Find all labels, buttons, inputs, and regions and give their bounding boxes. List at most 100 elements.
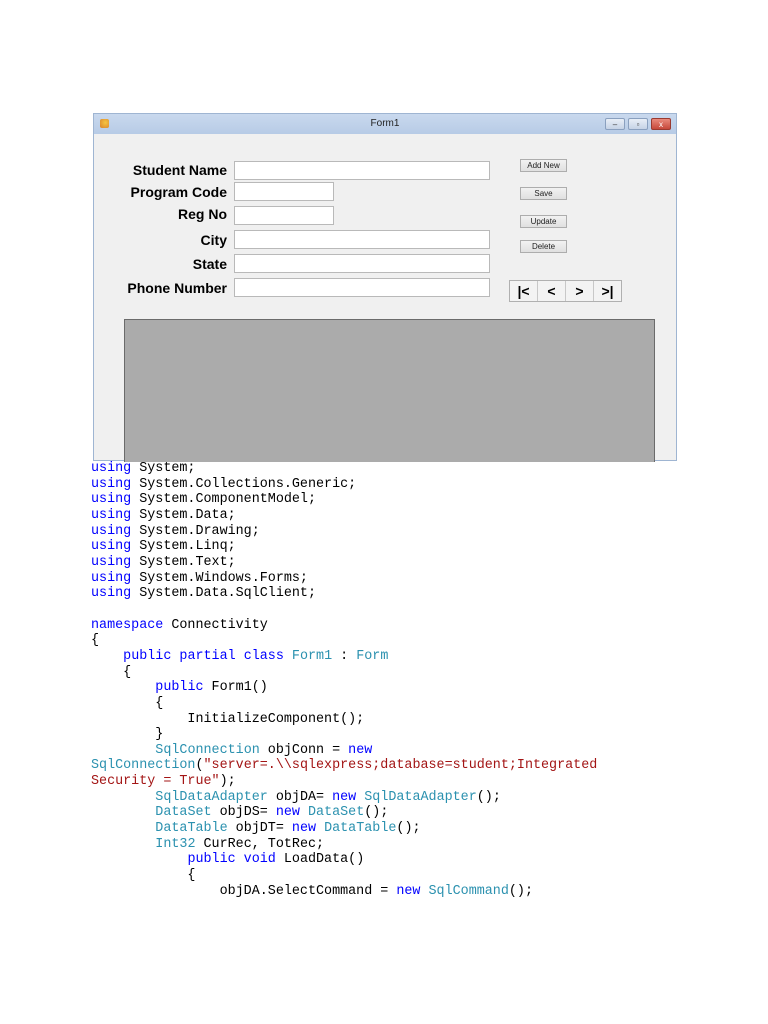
code-text: : (332, 648, 357, 664)
code-type: Int32 (155, 836, 196, 852)
code-keyword: namespace (91, 617, 164, 633)
code-line: { (91, 633, 597, 649)
code-string: "server=.\\sqlexpress;database=student;I… (203, 758, 598, 774)
code-text: (); (476, 789, 501, 805)
code-text: ( (195, 758, 204, 774)
code-text: System.Linq; (131, 539, 236, 555)
city-input[interactable] (234, 230, 490, 249)
phone-number-input[interactable] (234, 278, 490, 297)
code-keyword: using (91, 554, 132, 570)
reg-no-label: Reg No (178, 206, 227, 222)
code-text: ); (219, 774, 236, 790)
code-keyword: using (91, 507, 132, 523)
maximize-button[interactable]: ▫ (628, 118, 648, 130)
code-type: DataSet (155, 805, 212, 821)
city-label: City (200, 232, 227, 248)
code-text: System.Drawing; (131, 523, 260, 539)
code-line: using System.Data.SqlClient; (91, 586, 597, 602)
previous-record-button[interactable]: < (538, 281, 566, 301)
code-text: objDS= (211, 805, 276, 821)
phone-number-label: Phone Number (127, 280, 227, 296)
code-line: using System.ComponentModel; (91, 492, 597, 508)
delete-button[interactable]: Delete (520, 240, 567, 253)
code-line: } (91, 727, 597, 743)
code-keyword: using (91, 523, 132, 539)
code-keyword: using (91, 539, 132, 555)
last-record-button[interactable]: >| (594, 281, 621, 301)
code-line: { (91, 696, 597, 712)
code-keyword: public partial class (123, 648, 284, 664)
code-line: Security = True"); (91, 774, 597, 790)
code-text: } (91, 727, 164, 743)
code-line: SqlConnection("server=.\\sqlexpress;data… (91, 758, 597, 774)
code-keyword: using (91, 492, 132, 508)
minimize-button[interactable]: – (605, 118, 625, 130)
code-keyword: public (155, 680, 204, 696)
data-grid-view[interactable] (124, 319, 655, 462)
code-line: using System; (91, 461, 597, 477)
update-button[interactable]: Update (520, 215, 567, 228)
code-keyword: new (396, 883, 421, 899)
code-text: System.ComponentModel; (131, 492, 317, 508)
code-text: { (91, 695, 164, 711)
state-label: State (192, 256, 227, 272)
program-code-label: Program Code (130, 184, 227, 200)
code-text: Form1() (203, 680, 268, 696)
add-new-button[interactable]: Add New (520, 159, 567, 172)
window-title: Form1 (370, 118, 400, 129)
code-keyword: new (348, 742, 373, 758)
code-keyword: new (332, 789, 357, 805)
code-keyword: using (91, 461, 132, 476)
code-line: using System.Text; (91, 555, 597, 571)
code-text: (); (508, 883, 533, 899)
code-text: { (91, 664, 132, 680)
code-line: { (91, 665, 597, 681)
next-record-button[interactable]: > (566, 281, 594, 301)
code-text: InitializeComponent(); (91, 711, 365, 727)
code-text: { (91, 633, 100, 649)
code-type: DataTable (155, 821, 228, 837)
code-type: DataSet (308, 805, 365, 821)
student-name-input[interactable] (234, 161, 490, 180)
code-text: LoadData() (275, 852, 365, 868)
code-text: System; (131, 461, 196, 476)
state-input[interactable] (234, 254, 490, 273)
code-text: System.Collections.Generic; (131, 476, 357, 492)
code-text: objDA= (267, 789, 333, 805)
code-line: { (91, 868, 597, 884)
code-text: System.Windows.Forms; (131, 570, 308, 586)
reg-no-input[interactable] (234, 206, 334, 225)
title-bar[interactable]: Form1 – ▫ x (94, 114, 676, 134)
close-button[interactable]: x (651, 118, 671, 130)
code-line: Int32 CurRec, TotRec; (91, 837, 597, 853)
code-line: SqlDataAdapter objDA= new SqlDataAdapter… (91, 790, 597, 806)
code-text: (); (364, 805, 389, 821)
code-line: public Form1() (91, 680, 597, 696)
student-name-label: Student Name (132, 162, 227, 178)
code-line: namespace Connectivity (91, 618, 597, 634)
code-text: objDA.SelectCommand = (91, 883, 397, 899)
code-text: objConn = (259, 742, 349, 758)
code-type: Form1 (291, 648, 333, 664)
code-text: Connectivity (163, 617, 268, 633)
record-navigator: |< < > >| (509, 280, 622, 302)
code-line: public void LoadData() (91, 852, 597, 868)
code-line: DataTable objDT= new DataTable(); (91, 821, 597, 837)
code-type: SqlDataAdapter (155, 789, 268, 805)
first-record-button[interactable]: |< (510, 281, 538, 301)
code-line: using System.Drawing; (91, 524, 597, 540)
code-type: SqlConnection (91, 758, 196, 774)
save-button[interactable]: Save (520, 187, 567, 200)
code-text: System.Text; (131, 554, 236, 570)
program-code-input[interactable] (234, 182, 334, 201)
code-line: SqlConnection objConn = new (91, 743, 597, 759)
